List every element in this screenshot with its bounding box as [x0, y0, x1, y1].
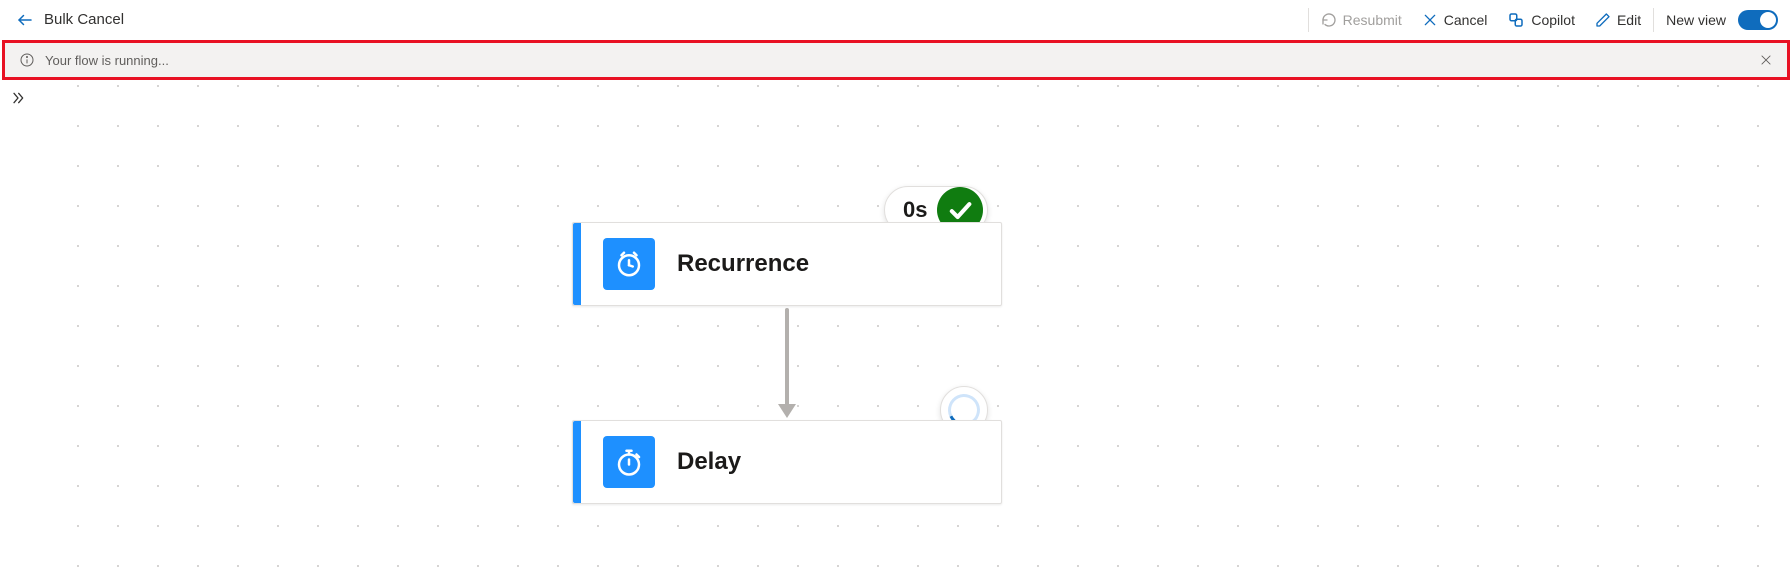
flow-step-delay[interactable]: Delay	[572, 420, 1002, 504]
pencil-icon	[1595, 12, 1611, 28]
edit-button[interactable]: Edit	[1585, 0, 1651, 40]
flow-step-recurrence[interactable]: Recurrence	[572, 222, 1002, 306]
clock-icon	[603, 238, 655, 290]
arrow-down-icon	[778, 404, 796, 418]
close-icon	[1422, 12, 1438, 28]
notification-message: Your flow is running...	[45, 53, 1759, 68]
cancel-label: Cancel	[1444, 12, 1488, 28]
stopwatch-icon	[603, 436, 655, 488]
command-bar: Bulk Cancel Resubmit Cancel Copilot Edit…	[0, 0, 1792, 40]
back-button[interactable]	[16, 11, 34, 29]
copilot-label: Copilot	[1531, 12, 1575, 28]
new-view-toggle-group: New view	[1656, 0, 1784, 40]
new-view-toggle[interactable]	[1738, 10, 1778, 30]
info-icon	[19, 52, 35, 68]
canvas-wrap: 0s Recurrence Delay	[0, 80, 1792, 583]
chevron-double-right-icon	[10, 90, 26, 106]
close-icon	[1759, 53, 1773, 67]
copilot-icon	[1507, 11, 1525, 29]
notification-bar: Your flow is running...	[5, 43, 1787, 77]
notification-close-button[interactable]	[1759, 53, 1773, 67]
annotation-highlight: Your flow is running...	[2, 40, 1790, 80]
divider	[1653, 8, 1654, 32]
resubmit-label: Resubmit	[1343, 12, 1402, 28]
divider	[1308, 8, 1309, 32]
edit-label: Edit	[1617, 12, 1641, 28]
arrow-left-icon	[16, 11, 34, 29]
copilot-button[interactable]: Copilot	[1497, 0, 1585, 40]
resubmit-button: Resubmit	[1311, 0, 1412, 40]
new-view-label: New view	[1666, 12, 1726, 28]
step-label: Recurrence	[677, 250, 809, 278]
cancel-button[interactable]: Cancel	[1412, 0, 1498, 40]
step-duration: 0s	[903, 197, 927, 223]
expand-panel-button[interactable]	[10, 90, 26, 111]
card-accent	[573, 223, 581, 305]
refresh-icon	[1321, 12, 1337, 28]
toggle-knob	[1760, 12, 1776, 28]
flow-canvas[interactable]: 0s Recurrence Delay	[48, 80, 1792, 583]
page-title: Bulk Cancel	[44, 11, 124, 28]
step-label: Delay	[677, 448, 741, 476]
connector	[784, 308, 790, 418]
card-accent	[573, 421, 581, 503]
